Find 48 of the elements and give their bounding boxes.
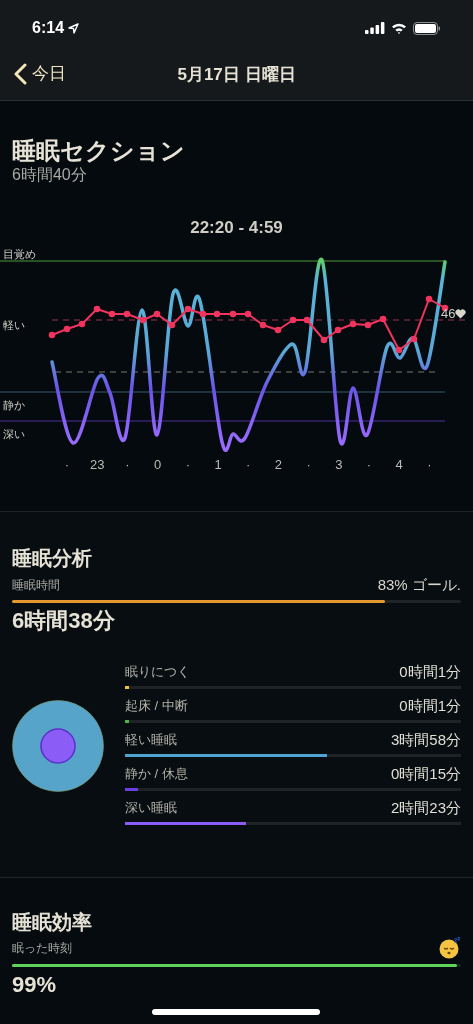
stage-label: 眠りにつく: [125, 663, 190, 682]
heart-rate-value: 46: [441, 305, 456, 323]
sleep-time-label: 眠った時刻: [12, 940, 72, 957]
back-button[interactable]: 今日: [14, 61, 66, 87]
nav-title: 5月17日 日曜日: [177, 64, 296, 87]
time-axis-label: ·: [63, 456, 71, 474]
stage-axis-label: 目覚め: [3, 247, 36, 261]
battery-icon: [413, 21, 441, 35]
time-axis-label: ·: [245, 456, 252, 474]
chart-time-range: 22:20 - 4:59: [189, 217, 284, 239]
time-axis-label: 1: [213, 456, 223, 474]
stage-duration: 2時間23分: [390, 797, 461, 818]
wifi-icon: [391, 22, 407, 34]
stage-label: 起床 / 中断: [125, 697, 188, 716]
time-axis-label: ·: [305, 456, 312, 474]
back-chevron-icon: [14, 62, 27, 85]
time-axis-label: ·: [365, 456, 373, 474]
status-time: 6:14: [32, 18, 65, 38]
stage-axis-label: 深い: [3, 427, 25, 441]
sleep-duration-value: 6時間38分: [12, 607, 116, 635]
stage-label: 静か / 休息: [125, 765, 188, 784]
stage-duration: 0時間1分: [399, 661, 461, 682]
stage-duration: 3時間58分: [390, 729, 461, 750]
efficiency-value: 99%: [12, 971, 58, 999]
time-axis-label: ·: [426, 456, 433, 474]
stage-axis-label: 軽い: [3, 318, 25, 332]
sleep-time-label: 睡眠時間: [12, 577, 60, 594]
goal-percentage: 83% ゴール.: [377, 574, 461, 595]
sleeping-face-icon: [439, 937, 461, 959]
stage-label: 深い睡眠: [125, 799, 177, 818]
location-arrow-icon: [68, 22, 80, 34]
time-axis-label: 23: [88, 456, 106, 474]
time-axis-label: 2: [273, 456, 283, 474]
section-title: 睡眠効率: [12, 910, 93, 935]
section-title: 睡眠分析: [12, 546, 93, 571]
time-axis-label: ·: [184, 456, 191, 474]
time-axis-label: 4: [394, 456, 404, 474]
heart-icon: [455, 308, 467, 319]
stage-duration: 0時間1分: [399, 695, 461, 716]
signal-icon: [365, 22, 385, 34]
stage-axis-label: 静か: [3, 398, 25, 412]
duration-subtitle: 6時間40分: [12, 165, 88, 185]
stage-duration: 0時間15分: [390, 763, 461, 784]
time-axis-label: 0: [152, 456, 163, 474]
stage-label: 軽い睡眠: [125, 731, 177, 750]
time-axis-label: ·: [124, 456, 131, 474]
time-axis-label: 3: [334, 456, 344, 474]
section-title: 睡眠セクション: [12, 137, 186, 165]
